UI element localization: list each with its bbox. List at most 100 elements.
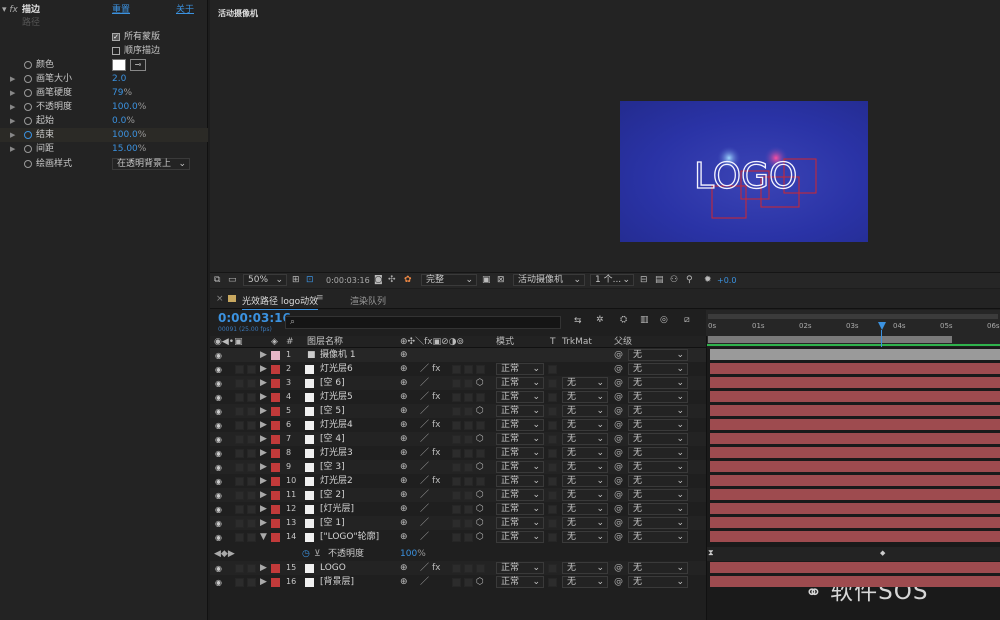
adjustment-switch[interactable]: [464, 435, 473, 444]
label-color[interactable]: [271, 533, 280, 542]
composition-viewer[interactable]: 活动摄像机: [210, 0, 1000, 272]
shy-switch-icon[interactable]: ⊕: [400, 390, 408, 404]
parent-select[interactable]: 无 ⌄: [628, 349, 688, 361]
mask-icon[interactable]: ⊡: [306, 275, 314, 285]
snapshot-icon[interactable]: ⧉: [214, 275, 220, 285]
parent-select[interactable]: 无 ⌄: [628, 433, 688, 445]
solo-switch[interactable]: [235, 533, 244, 542]
lock-switch[interactable]: [247, 477, 256, 486]
label-color[interactable]: [271, 491, 280, 500]
preserve-transparency-switch[interactable]: [548, 393, 557, 402]
label-color[interactable]: [271, 365, 280, 374]
layer-row[interactable]: ◉ ▶ 8 灯光层3 ⊕ ／ fx 正常 ⌄ 无 ⌄ @ 无 ⌄: [210, 446, 706, 460]
layer-row[interactable]: ◉ ▶ 9 [空 3] ⊕ ／ ⬡ 正常 ⌄ 无 ⌄ @ 无 ⌄: [210, 460, 706, 474]
quality-switch-icon[interactable]: ／: [420, 488, 429, 502]
mode-select[interactable]: 正常 ⌄: [496, 363, 544, 375]
twirl-icon[interactable]: ▶: [10, 100, 15, 114]
shy-switch-icon[interactable]: ⊕: [400, 516, 408, 530]
preserve-transparency-switch[interactable]: [548, 379, 557, 388]
twirl-icon[interactable]: ▶: [10, 142, 15, 156]
prop-value[interactable]: 2.0: [112, 72, 126, 86]
shy-switch-icon[interactable]: ⊕: [400, 502, 408, 516]
eye-icon[interactable]: ◉: [215, 531, 222, 545]
preserve-transparency-switch[interactable]: [548, 435, 557, 444]
label-color[interactable]: [271, 578, 280, 587]
eye-icon[interactable]: ◉: [215, 405, 222, 419]
layer-bar[interactable]: [710, 489, 1000, 500]
motion-blur-switch[interactable]: [452, 505, 461, 514]
trkmat-select[interactable]: 无 ⌄: [562, 419, 608, 431]
shy-switch-icon[interactable]: ⊕: [400, 530, 408, 544]
eye-icon[interactable]: ◉: [215, 419, 222, 433]
shy-switch-icon[interactable]: ⊕: [400, 348, 408, 362]
motion-blur-switch[interactable]: [452, 564, 461, 573]
layer-bar[interactable]: [710, 405, 1000, 416]
shy-switch-icon[interactable]: ⊕: [400, 432, 408, 446]
twirl-icon[interactable]: ▶: [260, 404, 267, 418]
lock-switch[interactable]: [247, 463, 256, 472]
pickwhip-icon[interactable]: @: [614, 561, 623, 575]
lock-switch[interactable]: [247, 578, 256, 587]
layer-bar[interactable]: [710, 447, 1000, 458]
graph-icon[interactable]: ⊻: [314, 547, 321, 561]
prop-value[interactable]: 100.0%: [112, 128, 146, 142]
label-color[interactable]: [271, 379, 280, 388]
quality-switch-icon[interactable]: ／: [420, 530, 429, 544]
comp-mini-flowchart-icon[interactable]: ⇆: [574, 316, 582, 326]
layer-name[interactable]: 灯光层4: [320, 418, 353, 432]
pickwhip-icon[interactable]: @: [614, 474, 623, 488]
layer-row[interactable]: ◉ ▶ 10 灯光层2 ⊕ ／ fx 正常 ⌄ 无 ⌄ @ 无 ⌄: [210, 474, 706, 488]
lock-switch[interactable]: [247, 379, 256, 388]
adjustment-switch[interactable]: [464, 449, 473, 458]
property-track[interactable]: ⧗ ◆: [706, 547, 1000, 561]
preserve-transparency-switch[interactable]: [548, 533, 557, 542]
prop-value[interactable]: 15.00%: [112, 142, 146, 156]
eye-icon[interactable]: ◉: [215, 562, 222, 576]
layer-bar[interactable]: [710, 576, 1000, 587]
mode-select[interactable]: 正常 ⌄: [496, 391, 544, 403]
mode-select[interactable]: 正常 ⌄: [496, 433, 544, 445]
trkmat-select[interactable]: 无 ⌄: [562, 461, 608, 473]
menu-icon[interactable]: ≡: [316, 293, 324, 303]
preserve-transparency-switch[interactable]: [548, 578, 557, 587]
pickwhip-icon[interactable]: @: [614, 446, 623, 460]
adjustment-switch[interactable]: [464, 477, 473, 486]
region-icon[interactable]: ▣: [482, 275, 491, 285]
pickwhip-icon[interactable]: @: [614, 488, 623, 502]
trkmat-select[interactable]: 无 ⌄: [562, 517, 608, 529]
quality-switch-icon[interactable]: ／: [420, 575, 429, 589]
fx-switch-icon[interactable]: fx: [432, 446, 441, 460]
motion-blur-switch[interactable]: [452, 393, 461, 402]
view-select[interactable]: 活动摄像机 ⌄: [513, 274, 585, 286]
3d-cube-icon[interactable]: ⬡: [476, 488, 484, 502]
motion-blur-switch[interactable]: [452, 449, 461, 458]
trkmat-select[interactable]: 无 ⌄: [562, 531, 608, 543]
quality-switch-icon[interactable]: ／: [420, 561, 429, 575]
motion-blur-icon[interactable]: ◎: [660, 315, 668, 325]
lock-switch[interactable]: [247, 449, 256, 458]
quality-switch-icon[interactable]: ／: [420, 376, 429, 390]
twirl-icon[interactable]: ▶: [10, 86, 15, 100]
pickwhip-icon[interactable]: @: [614, 516, 623, 530]
header-layer-name[interactable]: 图层名称: [307, 336, 343, 348]
shy-switch-icon[interactable]: ⊕: [400, 474, 408, 488]
twirl-icon[interactable]: ▼: [260, 530, 267, 544]
eyedropper-icon[interactable]: ⊸: [130, 59, 146, 71]
pickwhip-icon[interactable]: @: [614, 404, 623, 418]
channel-icon[interactable]: ✣: [388, 275, 396, 285]
parent-select[interactable]: 无 ⌄: [628, 475, 688, 487]
layer-name[interactable]: 灯光层3: [320, 446, 353, 460]
layer-row[interactable]: ◉ ▼ 14 ["LOGO"轮廓] ⊕ ／ ⬡ 正常 ⌄ 无 ⌄ @ 无 ⌄: [210, 530, 706, 544]
tab-render-queue[interactable]: 渲染队列: [350, 294, 386, 307]
grid-icon[interactable]: ⊞: [292, 275, 300, 285]
sequential-row[interactable]: 顺序描边: [0, 44, 208, 58]
parent-select[interactable]: 无 ⌄: [628, 405, 688, 417]
preserve-transparency-switch[interactable]: [548, 505, 557, 514]
header-mode[interactable]: 模式: [496, 336, 514, 348]
trkmat-select[interactable]: 无 ⌄: [562, 447, 608, 459]
label-color[interactable]: [271, 477, 280, 486]
layer-bar[interactable]: [710, 475, 1000, 486]
adjustment-switch[interactable]: [464, 519, 473, 528]
layer-row[interactable]: ◉ ▶ 3 [空 6] ⊕ ／ ⬡ 正常 ⌄ 无 ⌄ @ 无 ⌄: [210, 376, 706, 390]
solo-switch[interactable]: [235, 463, 244, 472]
